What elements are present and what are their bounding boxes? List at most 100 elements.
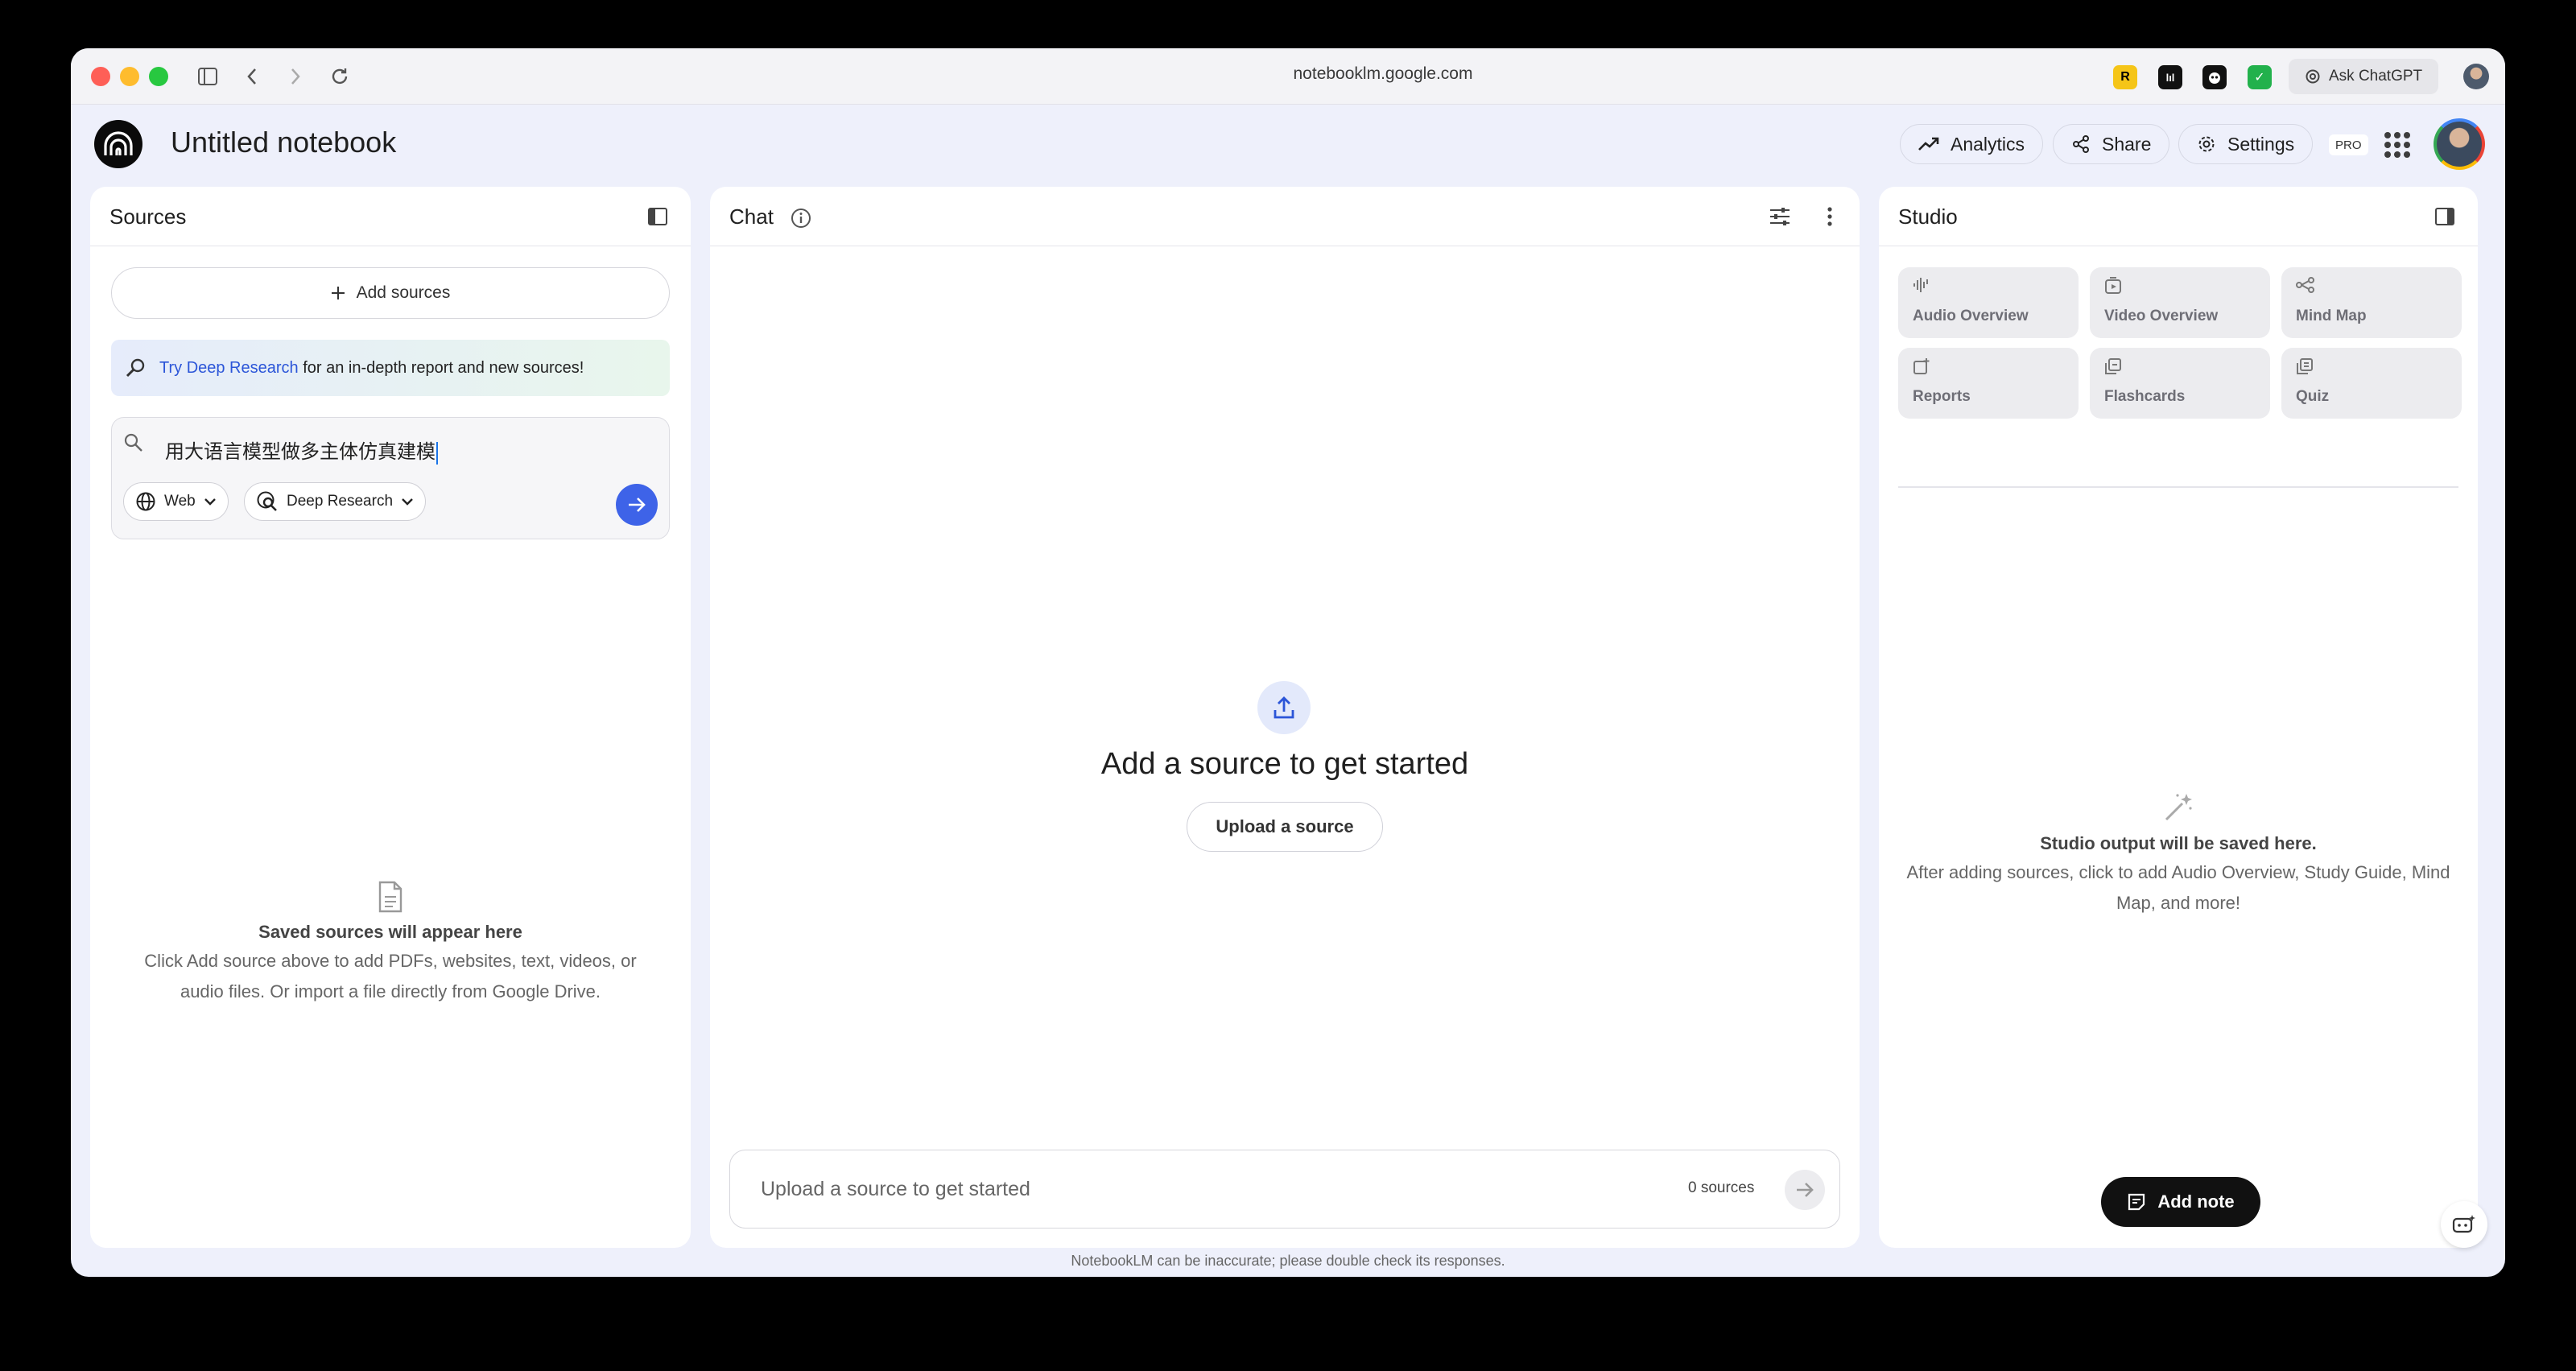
note-icon bbox=[2128, 1193, 2145, 1211]
extension-stats[interactable]: lıl bbox=[2158, 65, 2182, 89]
info-icon[interactable] bbox=[786, 203, 816, 233]
studio-empty-line-2: Map, and more! bbox=[2116, 893, 2241, 913]
browser-window: notebooklm.google.com R lıl ✓ Ask ChatGP… bbox=[71, 48, 2505, 1277]
deep-research-icon bbox=[257, 491, 277, 511]
waveform-icon bbox=[1913, 277, 1930, 297]
chat-empty-heading: Add a source to get started bbox=[1100, 747, 1469, 781]
source-search-input[interactable]: 用大语言模型做多主体仿真建模 bbox=[165, 436, 438, 465]
try-deep-research-link[interactable]: Try Deep Research bbox=[159, 359, 299, 377]
share-label: Share bbox=[2102, 133, 2152, 155]
quiz-icon bbox=[2296, 357, 2314, 379]
mind-map-tile[interactable]: Mind Map bbox=[2281, 267, 2462, 338]
video-icon bbox=[2104, 277, 2122, 299]
browser-profile-avatar[interactable] bbox=[2463, 64, 2489, 89]
magnifier-icon bbox=[126, 358, 145, 378]
chat-title: Chat bbox=[729, 204, 774, 229]
address-bar[interactable]: notebooklm.google.com bbox=[1037, 64, 1729, 84]
analytics-button[interactable]: Analytics bbox=[1900, 124, 2044, 164]
add-sources-label: Add sources bbox=[356, 283, 451, 302]
close-window-button[interactable] bbox=[91, 67, 110, 86]
studio-divider bbox=[1898, 486, 2458, 488]
openai-icon bbox=[2306, 69, 2320, 84]
studio-empty-line-1: After adding sources, click to add Audio… bbox=[1906, 862, 2450, 882]
plus-icon bbox=[331, 287, 345, 299]
video-overview-label: Video Overview bbox=[2104, 308, 2219, 324]
feedback-bot-icon[interactable] bbox=[2441, 1201, 2487, 1248]
settings-label: Settings bbox=[2227, 133, 2295, 155]
add-sources-button[interactable]: Add sources bbox=[111, 267, 670, 319]
deep-research-banner: Try Deep Research for an in-depth report… bbox=[111, 340, 670, 396]
chevron-down-icon bbox=[402, 498, 413, 506]
google-apps-icon[interactable] bbox=[2384, 132, 2410, 158]
collapse-sources-icon[interactable] bbox=[642, 201, 673, 232]
studio-panel: Studio Audio Overview Video Overview Min… bbox=[1879, 187, 2478, 1248]
pro-badge: PRO bbox=[2329, 134, 2368, 155]
chat-input-box[interactable]: Upload a source to get started 0 sources bbox=[729, 1150, 1840, 1229]
chat-send-button[interactable] bbox=[1785, 1170, 1825, 1210]
reports-label: Reports bbox=[1913, 388, 1971, 405]
collapse-studio-icon[interactable] bbox=[2429, 201, 2460, 232]
search-icon bbox=[123, 432, 144, 457]
sources-count: 0 sources bbox=[1688, 1179, 1755, 1196]
notebook-title[interactable]: Untitled notebook bbox=[171, 126, 396, 159]
audio-overview-label: Audio Overview bbox=[1913, 308, 2029, 324]
forward-icon[interactable] bbox=[282, 63, 309, 90]
research-mode-dropdown[interactable]: Deep Research bbox=[244, 482, 427, 521]
share-icon bbox=[2073, 135, 2089, 153]
studio-title: Studio bbox=[1898, 204, 1958, 229]
add-note-label: Add note bbox=[2157, 1191, 2235, 1212]
globe-icon bbox=[136, 492, 155, 511]
minimize-window-button[interactable] bbox=[120, 67, 139, 86]
source-search-box: 用大语言模型做多主体仿真建模 Web Deep Research bbox=[111, 417, 670, 539]
back-icon[interactable] bbox=[238, 63, 266, 90]
account-avatar[interactable] bbox=[2434, 118, 2485, 170]
flashcards-tile[interactable]: Flashcards bbox=[2090, 348, 2270, 419]
studio-empty-state: Studio output will be saved here. After … bbox=[1879, 792, 2478, 919]
reports-icon bbox=[1913, 357, 1930, 379]
source-search-text: 用大语言模型做多主体仿真建模 bbox=[165, 441, 436, 463]
mind-map-icon bbox=[2296, 277, 2315, 297]
chat-panel-header: Chat bbox=[710, 187, 1860, 246]
chat-input-placeholder: Upload a source to get started bbox=[761, 1178, 1030, 1200]
sources-empty-line-1: Click Add source above to add PDFs, webs… bbox=[144, 951, 637, 971]
video-overview-tile[interactable]: Video Overview bbox=[2090, 267, 2270, 338]
chat-panel: Chat Add a source to get started Upload … bbox=[710, 187, 1860, 1248]
trending-up-icon bbox=[1918, 137, 1939, 151]
sources-empty-title: Saved sources will appear here bbox=[258, 922, 522, 942]
sidebar-toggle-icon[interactable] bbox=[194, 63, 221, 90]
reports-tile[interactable]: Reports bbox=[1898, 348, 2079, 419]
chat-settings-tune-icon[interactable] bbox=[1765, 201, 1795, 232]
extension-mascot-icon[interactable] bbox=[2202, 65, 2227, 89]
notebooklm-logo-icon[interactable] bbox=[94, 120, 142, 168]
submit-search-button[interactable] bbox=[616, 484, 658, 526]
analytics-label: Analytics bbox=[1951, 133, 2025, 155]
flashcards-label: Flashcards bbox=[2104, 388, 2186, 405]
maximize-window-button[interactable] bbox=[149, 67, 168, 86]
settings-button[interactable]: Settings bbox=[2178, 124, 2314, 164]
quiz-tile[interactable]: Quiz bbox=[2281, 348, 2462, 419]
magic-wand-icon bbox=[2165, 794, 2192, 821]
deep-research-chip-label: Deep Research bbox=[287, 493, 394, 510]
audio-overview-tile[interactable]: Audio Overview bbox=[1898, 267, 2079, 338]
upload-source-button[interactable]: Upload a source bbox=[1187, 802, 1383, 852]
reload-icon[interactable] bbox=[326, 63, 353, 90]
studio-panel-header: Studio bbox=[1879, 187, 2478, 246]
mind-map-label: Mind Map bbox=[2296, 308, 2367, 324]
disclaimer-text: NotebookLM can be inaccurate; please dou… bbox=[1071, 1253, 1505, 1269]
add-note-button[interactable]: Add note bbox=[2101, 1177, 2260, 1227]
share-button[interactable]: Share bbox=[2053, 124, 2170, 164]
sources-empty-line-2: audio files. Or import a file directly f… bbox=[180, 981, 601, 1001]
chevron-down-icon bbox=[204, 498, 216, 506]
app-header: Untitled notebook Analytics Share Settin… bbox=[71, 105, 2505, 193]
arrow-right-icon bbox=[1797, 1183, 1814, 1197]
studio-empty-title: Studio output will be saved here. bbox=[2040, 833, 2317, 853]
more-options-icon[interactable] bbox=[1814, 201, 1845, 232]
browser-toolbar: notebooklm.google.com R lıl ✓ Ask ChatGP… bbox=[71, 48, 2505, 105]
quiz-label: Quiz bbox=[2296, 388, 2330, 405]
deep-research-text: Try Deep Research for an in-depth report… bbox=[159, 359, 584, 378]
extension-check-icon[interactable]: ✓ bbox=[2248, 65, 2272, 89]
upload-icon bbox=[1257, 681, 1311, 734]
extension-r[interactable]: R bbox=[2113, 65, 2137, 89]
web-source-dropdown[interactable]: Web bbox=[123, 482, 229, 521]
ask-chatgpt-button[interactable]: Ask ChatGPT bbox=[2289, 59, 2439, 94]
